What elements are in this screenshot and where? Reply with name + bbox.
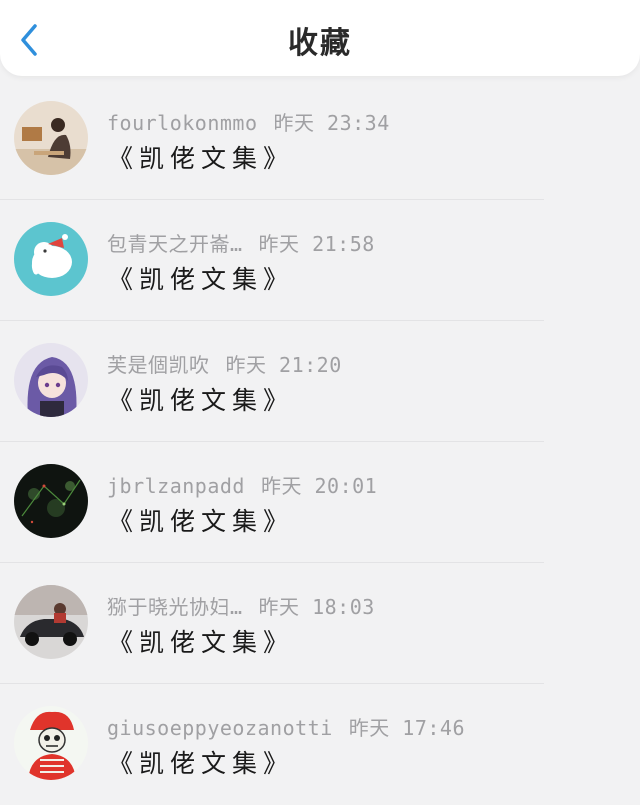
username[interactable]: 猕于晓光协妇… bbox=[107, 595, 243, 619]
avatar[interactable] bbox=[14, 464, 88, 538]
timestamp: 昨天 18:03 bbox=[258, 595, 375, 619]
username[interactable]: 芙是個凯吹 bbox=[107, 353, 210, 377]
username[interactable]: jbrlzanpadd bbox=[107, 474, 245, 498]
avatar[interactable] bbox=[14, 706, 88, 780]
timestamp: 昨天 17:46 bbox=[348, 716, 465, 740]
avatar[interactable] bbox=[14, 222, 88, 296]
item-title[interactable]: 《凯佬文集》 bbox=[108, 260, 294, 296]
list-item[interactable]: giusoeppyeozanotti 昨天 17:46 《凯佬文集》 bbox=[0, 684, 640, 805]
item-title[interactable]: 《凯佬文集》 bbox=[108, 502, 294, 538]
item-meta: giusoeppyeozanotti 昨天 17:46 bbox=[107, 712, 465, 741]
item-meta: 猕于晓光协妇… 昨天 18:03 bbox=[107, 591, 375, 620]
timestamp: 昨天 20:01 bbox=[260, 474, 378, 498]
item-title[interactable]: 《凯佬文集》 bbox=[108, 744, 294, 780]
list-item[interactable]: 芙是個凯吹 昨天 21:20 《凯佬文集》 bbox=[0, 321, 640, 442]
avatar[interactable] bbox=[14, 343, 88, 417]
item-meta: fourlokonmmo 昨天 23:34 bbox=[107, 107, 390, 136]
item-meta: 芙是個凯吹 昨天 21:20 bbox=[107, 349, 342, 378]
list-item[interactable]: 猕于晓光协妇… 昨天 18:03 《凯佬文集》 bbox=[0, 563, 640, 684]
item-title[interactable]: 《凯佬文集》 bbox=[108, 381, 294, 417]
avatar[interactable] bbox=[14, 101, 88, 175]
username[interactable]: fourlokonmmo bbox=[107, 111, 258, 135]
top-bar: 收藏 bbox=[0, 0, 640, 76]
item-meta: jbrlzanpadd 昨天 20:01 bbox=[107, 470, 377, 499]
list-item[interactable]: jbrlzanpadd 昨天 20:01 《凯佬文集》 bbox=[0, 442, 640, 563]
timestamp: 昨天 21:20 bbox=[225, 353, 342, 377]
favorites-list: fourlokonmmo 昨天 23:34 《凯佬文集》 包青天之开崙… 昨天 21… bbox=[0, 79, 640, 805]
timestamp: 昨天 23:34 bbox=[273, 111, 390, 135]
page-title: 收藏 bbox=[288, 26, 352, 61]
item-meta: 包青天之开崙… 昨天 21:58 bbox=[107, 228, 375, 257]
item-title[interactable]: 《凯佬文集》 bbox=[108, 623, 294, 659]
list-item[interactable]: 包青天之开崙… 昨天 21:58 《凯佬文集》 bbox=[0, 200, 640, 321]
timestamp: 昨天 21:58 bbox=[258, 232, 375, 256]
username[interactable]: 包青天之开崙… bbox=[107, 232, 243, 256]
list-item[interactable]: fourlokonmmo 昨天 23:34 《凯佬文集》 bbox=[0, 79, 640, 200]
username[interactable]: giusoeppyeozanotti bbox=[107, 716, 333, 740]
item-title[interactable]: 《凯佬文集》 bbox=[108, 139, 294, 175]
avatar[interactable] bbox=[14, 585, 88, 659]
